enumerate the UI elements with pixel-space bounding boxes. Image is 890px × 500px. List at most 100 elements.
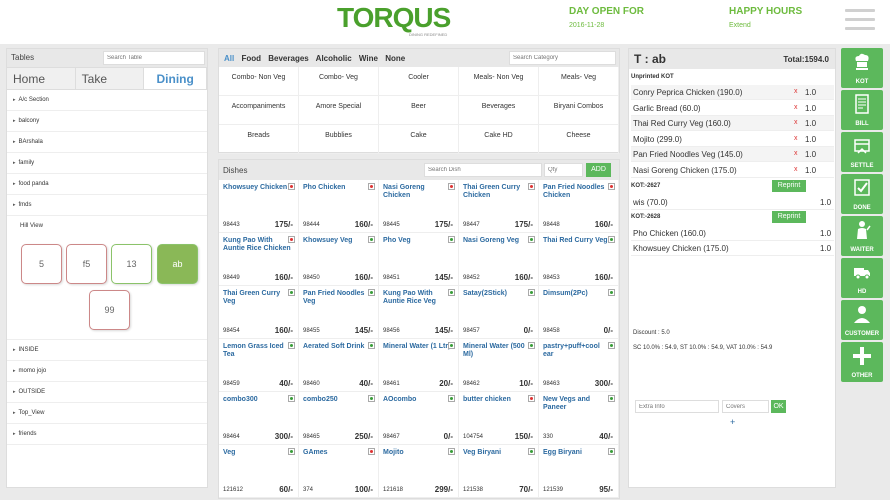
dish-item[interactable]: Mineral Water (1 Ltr) 98461 20/- <box>379 339 459 392</box>
reprint-button[interactable]: Reprint <box>772 210 806 223</box>
dish-item[interactable]: Nasi Goreng Chicken 98445 175/- <box>379 180 459 233</box>
order-item-row[interactable]: Pan Fried Noodles Veg (145.0) x 1.0 <box>631 147 834 162</box>
dish-item[interactable]: Khowsuey Chicken 98443 175/- <box>219 180 299 233</box>
table-box[interactable]: 5 <box>21 244 62 284</box>
tab-home[interactable]: Home <box>7 68 76 89</box>
category-item[interactable]: Cooler <box>379 67 459 96</box>
section-row[interactable]: ▸ INSIDE <box>7 340 207 361</box>
table-box[interactable]: 99 <box>89 290 130 330</box>
filter-none[interactable]: None <box>385 54 405 63</box>
category-item[interactable]: Breads <box>219 125 299 154</box>
menu-hamburger-icon[interactable] <box>845 9 875 33</box>
bill-button[interactable]: BILL <box>841 90 883 130</box>
filter-all[interactable]: All <box>224 54 234 63</box>
category-item[interactable]: Cake HD <box>459 125 539 154</box>
dish-item[interactable]: Thai Red Curry Veg 98453 160/- <box>539 233 619 286</box>
dish-item[interactable]: Kung Pao With Auntie Rice Chicken 98449 16… <box>219 233 299 286</box>
category-item[interactable]: Meals- Non Veg <box>459 67 539 96</box>
remove-item-icon[interactable]: x <box>794 119 798 126</box>
customer-button[interactable]: CUSTOMER <box>841 300 883 340</box>
search-table-input[interactable] <box>103 51 205 65</box>
remove-item-icon[interactable]: x <box>794 135 798 142</box>
section-row[interactable]: ▸ balcony <box>7 111 207 132</box>
dish-item[interactable]: Khowsuey Veg 98450 160/- <box>299 233 379 286</box>
hd-button[interactable]: HD <box>841 258 883 298</box>
dish-item[interactable]: Thai Green Curry Chicken 98447 175/- <box>459 180 539 233</box>
category-item[interactable]: Meals- Veg <box>539 67 619 96</box>
dish-item[interactable]: Aerated Soft Drink 98460 40/- <box>299 339 379 392</box>
table-box-selected[interactable]: ab <box>157 244 198 284</box>
category-item[interactable]: Bubblies <box>299 125 379 154</box>
section-row[interactable]: ▸ OUTSIDE <box>7 382 207 403</box>
order-item-row[interactable]: Mojito (299.0) x 1.0 <box>631 132 834 147</box>
search-category-input[interactable] <box>509 51 616 65</box>
filter-alcoholic[interactable]: Alcoholic <box>316 54 352 63</box>
kot-button[interactable]: KOT <box>841 48 883 88</box>
remove-item-icon[interactable]: x <box>794 88 798 95</box>
dish-item[interactable]: Satay(2Stick) 98457 0/- <box>459 286 539 339</box>
filter-beverages[interactable]: Beverages <box>268 54 308 63</box>
section-hill-view[interactable]: Hill View <box>7 216 207 237</box>
order-item-row[interactable]: Thai Red Curry Veg (160.0) x 1.0 <box>631 116 834 131</box>
order-item-row[interactable]: Garlic Bread (60.0) x 1.0 <box>631 101 834 116</box>
order-item-row[interactable]: Conry Peprica Chicken (190.0) x 1.0 <box>631 85 834 100</box>
dish-item[interactable]: Kung Pao With Auntie Rice Veg 98456 145/- <box>379 286 459 339</box>
dish-item[interactable]: Veg Biryani 121538 70/- <box>459 445 539 498</box>
table-box[interactable]: f5 <box>66 244 107 284</box>
dish-item[interactable]: Nasi Goreng Veg 98452 160/- <box>459 233 539 286</box>
dish-item[interactable]: GAmes 374 100/- <box>299 445 379 498</box>
dish-item[interactable]: pastry+puff+cool ear 98463 300/- <box>539 339 619 392</box>
covers-input[interactable] <box>722 400 769 413</box>
dish-item[interactable]: Pho Chicken 98444 160/- <box>299 180 379 233</box>
search-dish-input[interactable] <box>424 163 542 177</box>
section-row[interactable]: ▸ A/c Section <box>7 90 207 111</box>
reprint-button[interactable]: Reprint <box>772 180 806 192</box>
dish-item[interactable]: combo300 98464 300/- <box>219 392 299 445</box>
category-item[interactable]: Cake <box>379 125 459 154</box>
filter-food[interactable]: Food <box>241 54 261 63</box>
tab-dining[interactable]: Dining <box>144 68 208 89</box>
section-row[interactable]: ▸ food panda <box>7 174 207 195</box>
section-row[interactable]: ▸ momo jojo <box>7 361 207 382</box>
section-row[interactable]: ▸ family <box>7 153 207 174</box>
dish-item[interactable]: Pan Fried Noodles Chicken 98448 160/- <box>539 180 619 233</box>
category-item[interactable]: Combo- Veg <box>299 67 379 96</box>
filter-wine[interactable]: Wine <box>359 54 378 63</box>
section-row[interactable]: ▸ friends <box>7 424 207 445</box>
dish-item[interactable]: Egg Biryani 121539 95/- <box>539 445 619 498</box>
add-dish-button[interactable]: ADD <box>586 163 611 177</box>
extra-info-input[interactable] <box>635 400 719 413</box>
category-item[interactable]: Biryani Combos <box>539 96 619 125</box>
dish-item[interactable]: AOcombo 98467 0/- <box>379 392 459 445</box>
order-item-row[interactable]: Nasi Goreng Chicken (175.0) x 1.0 <box>631 163 834 178</box>
category-item[interactable]: Amore Special <box>299 96 379 125</box>
happy-hours-extend[interactable]: Extend <box>729 22 802 29</box>
dish-item[interactable]: Dimsum(2Pc) 98458 0/- <box>539 286 619 339</box>
section-row[interactable]: ▸ Top_View <box>7 403 207 424</box>
dish-item[interactable]: Mojito 121618 299/- <box>379 445 459 498</box>
dish-item[interactable]: Mineral Water (500 Ml) 98462 10/- <box>459 339 539 392</box>
add-row-plus-icon[interactable]: + <box>730 417 735 427</box>
dish-item[interactable]: Lemon Grass Iced Tea 98459 40/- <box>219 339 299 392</box>
dish-item[interactable]: combo250 98465 250/- <box>299 392 379 445</box>
remove-item-icon[interactable]: x <box>794 104 798 111</box>
table-box[interactable]: 13 <box>111 244 152 284</box>
category-item[interactable]: Combo- Non Veg <box>219 67 299 96</box>
remove-item-icon[interactable]: x <box>794 150 798 157</box>
category-item[interactable]: Beverages <box>459 96 539 125</box>
dish-item[interactable]: Pan Fried Noodles Veg 98455 145/- <box>299 286 379 339</box>
dish-item[interactable]: Pho Veg 98451 145/- <box>379 233 459 286</box>
ok-button[interactable]: OK <box>771 400 786 413</box>
category-item[interactable]: Cheese <box>539 125 619 154</box>
dish-item[interactable]: butter chicken 104754 150/- <box>459 392 539 445</box>
dish-item[interactable]: New Vegs and Paneer 330 40/- <box>539 392 619 445</box>
category-item[interactable]: Beer <box>379 96 459 125</box>
tab-take[interactable]: Take <box>75 68 145 89</box>
waiter-button[interactable]: WAITER <box>841 216 883 256</box>
done-button[interactable]: DONE <box>841 174 883 214</box>
other-button[interactable]: OTHER <box>841 342 883 382</box>
dish-item[interactable]: Thai Green Curry Veg 98454 160/- <box>219 286 299 339</box>
section-row[interactable]: ▸ fmds <box>7 195 207 216</box>
remove-item-icon[interactable]: x <box>794 166 798 173</box>
category-item[interactable]: Accompaniments <box>219 96 299 125</box>
